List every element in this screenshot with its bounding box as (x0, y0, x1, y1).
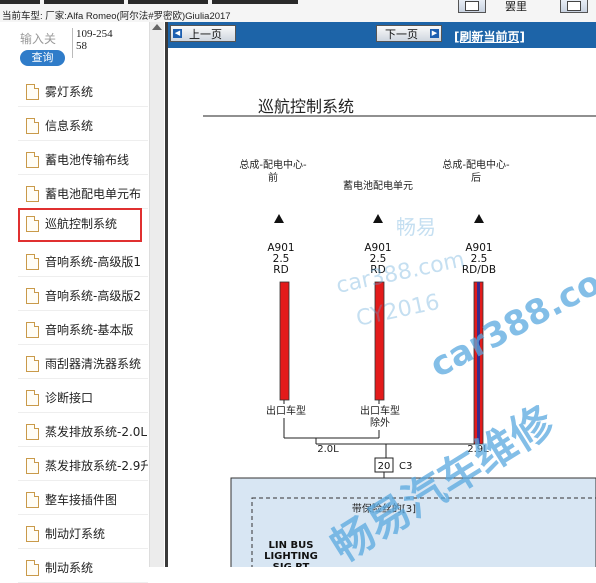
document-icon (26, 118, 39, 134)
connector-name: C3 (399, 461, 412, 472)
wire-label: A901 2.5 RD (267, 242, 294, 276)
list-item[interactable]: 音响系统-高级版1 (18, 246, 148, 277)
current-model-text: 当前车型: 厂家:Alfa Romeo(阿尔法#罗密欧)Giulia2017 (2, 11, 231, 22)
document-icon (26, 84, 39, 100)
window-icon[interactable] (560, 0, 588, 13)
document-icon (26, 152, 39, 168)
list-item[interactable]: 音响系统-基本版 (18, 314, 148, 345)
wire-red (279, 281, 290, 401)
list-item[interactable]: 蒸发排放系统-2.0L (18, 416, 148, 447)
watermark-text: car388.com (334, 247, 467, 299)
window-icon[interactable] (458, 0, 486, 13)
wiring-diagram: 巡航控制系统 总成-配电中心-前 蓄电池配电单元 总成-配电中心-后 A901 2… (203, 97, 596, 567)
document-icon (26, 216, 39, 232)
watermark: 畅易 car388.com CY2016 (334, 215, 467, 332)
up-arrow-icon (373, 214, 383, 223)
document-icon (26, 492, 39, 508)
watermark-text: CY2016 (354, 290, 442, 332)
search-input[interactable]: 输入关 (20, 30, 56, 47)
header-front-distribution: 总成-配电中心-前 (239, 158, 307, 184)
scroll-up-icon[interactable] (152, 24, 162, 30)
window-tab[interactable] (0, 0, 40, 4)
document-icon (26, 288, 39, 304)
list-item[interactable]: 诊断接口 (18, 382, 148, 413)
list-item[interactable]: 蓄电池配电单元布 (18, 178, 148, 209)
document-icon (26, 458, 39, 474)
prev-page-button[interactable]: ◀ 上一页 (170, 25, 236, 42)
list-item[interactable]: 蓄电池传输布线 (18, 144, 148, 175)
page-nav-bar: ◀ 上一页 下一页 ▶ [刷新当前页] (168, 22, 596, 48)
document-icon (26, 186, 39, 202)
window-tab[interactable] (212, 0, 298, 4)
list-item[interactable]: 整车接插件图 (18, 484, 148, 515)
document-icon (26, 560, 39, 576)
top-right-label: 罢里 (505, 0, 527, 13)
arrow-left-icon: ◀ (173, 29, 182, 38)
list-item[interactable]: 音响系统-高级版2 (18, 280, 148, 311)
connector-pin-number: 20 (378, 461, 391, 472)
diagram-viewer[interactable]: 巡航控制系统 总成-配电中心-前 蓄电池配电单元 总成-配电中心-后 A901 2… (168, 48, 596, 567)
search-button[interactable]: 查询 (20, 50, 65, 66)
document-icon (26, 322, 39, 338)
next-page-button[interactable]: 下一页 ▶ (376, 25, 442, 42)
list-item[interactable]: 雨刮器清洗器系统 (18, 348, 148, 379)
refresh-link[interactable]: [刷新当前页] (454, 28, 525, 45)
list-item-selected[interactable]: 巡航控制系统 (18, 208, 142, 242)
option-label: 出口车型除外 (360, 404, 400, 429)
search-area: 输入关 109-25458 查询 (20, 28, 145, 68)
window-tabs (0, 0, 300, 5)
list-item[interactable]: 制动系统 (18, 552, 148, 583)
list-item[interactable]: 蒸发排放系统-2.9升 (18, 450, 148, 481)
up-arrow-icon (474, 214, 484, 223)
option-label: 出口车型 (266, 404, 306, 417)
diagram-title: 巡航控制系统 (258, 97, 354, 116)
document-icon (26, 424, 39, 440)
wire-label: A901 2.5 RD/DB (462, 242, 496, 276)
list-item[interactable]: 制动灯系统 (18, 518, 148, 549)
wire-red (374, 281, 385, 401)
up-arrow-icon (274, 214, 284, 223)
document-icon (26, 390, 39, 406)
sidebar-scrollbar[interactable] (149, 22, 164, 567)
list-item[interactable]: 信息系统 (18, 110, 148, 141)
list-item[interactable]: 雾灯系统 (18, 76, 148, 107)
watermark-text: 畅易 (396, 215, 436, 239)
engine-label: 2.0L (317, 444, 339, 455)
document-icon (26, 254, 39, 270)
arrow-right-icon: ▶ (430, 29, 439, 38)
header-battery-distribution: 蓄电池配电单元 (343, 179, 413, 192)
document-icon (26, 526, 39, 542)
top-bar: 当前车型: 厂家:Alfa Romeo(阿尔法#罗密欧)Giulia2017 罢… (0, 0, 596, 22)
document-icon (26, 356, 39, 372)
window-tab[interactable] (128, 0, 208, 4)
search-value: 109-25458 (76, 28, 113, 52)
divider (72, 28, 73, 58)
window-tab[interactable] (44, 0, 124, 4)
header-rear-distribution: 总成-配电中心-后 (442, 158, 510, 184)
sidebar: 输入关 109-25458 查询 雾灯系统 信息系统 蓄电池传输布线 蓄电池配电… (0, 22, 165, 583)
